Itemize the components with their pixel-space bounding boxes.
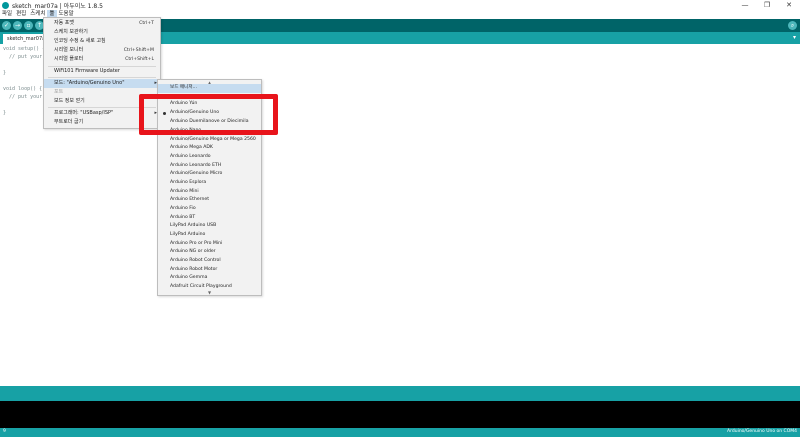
menu-item-label: 시리얼 플로터 <box>54 56 84 62</box>
code-line: } <box>3 110 7 116</box>
close-button[interactable]: ✕ <box>778 0 800 10</box>
board-item[interactable]: LilyPad Arduino <box>158 231 261 240</box>
window-controls: — ❐ ✕ <box>734 0 800 10</box>
boards-manager-item[interactable]: 보드 매니저... <box>158 84 261 93</box>
menu-item-label: 스케치 보관하기 <box>54 29 88 35</box>
board-item[interactable]: Arduino Fio <box>158 205 261 214</box>
menu-item-fix-encoding[interactable]: 인코딩 수정 & 새로 고침 <box>44 37 160 46</box>
board-item[interactable]: Arduino Leonardo <box>158 153 261 162</box>
menu-item-board[interactable]: 보드: "Arduino/Genuino Uno" ▸ <box>44 79 160 88</box>
code-line: } <box>3 70 7 76</box>
menu-item-auto-format[interactable]: 자동 포맷 Ctrl+T <box>44 19 160 28</box>
menu-file[interactable]: 파일 <box>0 10 14 19</box>
menu-item-wifi101-updater[interactable]: WiFi101 Firmware Updater <box>44 67 160 76</box>
menu-item-serial-plotter[interactable]: 시리얼 플로터 Ctrl+Shift+L <box>44 55 160 64</box>
menu-item-label: 인코딩 수정 & 새로 고침 <box>54 38 106 44</box>
menu-item-shortcut: Ctrl+Shift+M <box>123 48 154 53</box>
menu-item-shortcut: Ctrl+T <box>139 21 154 26</box>
board-status: Arduino/Genuino Uno on COM4 <box>727 429 797 434</box>
new-icon[interactable]: ▫ <box>24 21 33 30</box>
minimize-button[interactable]: — <box>734 0 756 10</box>
menu-item-label: 부트로더 굽기 <box>54 119 84 125</box>
menu-edit[interactable]: 편집 <box>14 10 28 19</box>
board-item[interactable]: Arduino NG or older <box>158 248 261 257</box>
status-bar: 9 Arduino/Genuino Uno on COM4 <box>0 428 800 437</box>
code-line: void loop() { <box>3 86 43 92</box>
board-item[interactable]: Arduino/Genuino Micro <box>158 170 261 179</box>
menu-item-serial-monitor[interactable]: 시리얼 모니터 Ctrl+Shift+M <box>44 46 160 55</box>
menu-item-label: 포트 <box>54 89 64 95</box>
verify-icon[interactable]: ✓ <box>2 21 11 30</box>
menu-item-label: 보드 정보 얻기 <box>54 98 85 104</box>
menu-item-label: 시리얼 모니터 <box>54 47 84 53</box>
scroll-down-icon[interactable]: ▼ <box>158 290 261 295</box>
menu-item-archive-sketch[interactable]: 스케치 보관하기 <box>44 28 160 37</box>
title-bar: sketch_mar07a | 아두이노 1.8.5 — ❐ ✕ <box>0 0 800 10</box>
board-item[interactable]: Arduino Esplora <box>158 179 261 188</box>
window-title: sketch_mar07a | 아두이노 1.8.5 <box>12 2 103 10</box>
maximize-button[interactable]: ❐ <box>756 0 778 10</box>
board-item[interactable]: Arduino Ethernet <box>158 196 261 205</box>
arduino-logo-icon <box>2 1 9 9</box>
board-item[interactable]: LilyPad Arduino USB <box>158 222 261 231</box>
menu-item-label: 프로그래머: "USBasp/ISP" <box>54 110 114 116</box>
code-line: void setup() { <box>3 46 46 52</box>
console-output[interactable] <box>0 401 800 428</box>
console-header <box>0 386 800 401</box>
tab-dropdown-icon[interactable]: ▾ <box>793 34 796 41</box>
menu-item-shortcut: Ctrl+Shift+L <box>125 57 154 62</box>
upload-icon[interactable]: → <box>13 21 22 30</box>
line-number: 9 <box>3 429 6 434</box>
board-item[interactable]: Arduino Robot Control <box>158 257 261 266</box>
menu-item-label: 자동 포맷 <box>54 20 74 26</box>
menu-item-label: WiFi101 Firmware Updater <box>54 68 120 74</box>
menu-separator <box>48 77 156 78</box>
annotation-highlight-box <box>139 94 278 135</box>
serial-monitor-icon[interactable]: ⌕ <box>788 21 797 30</box>
board-item[interactable]: Arduino Mega ADK <box>158 144 261 153</box>
board-item[interactable]: Arduino Gemma <box>158 274 261 283</box>
menu-item-label: 보드: "Arduino/Genuino Uno" <box>54 80 125 86</box>
